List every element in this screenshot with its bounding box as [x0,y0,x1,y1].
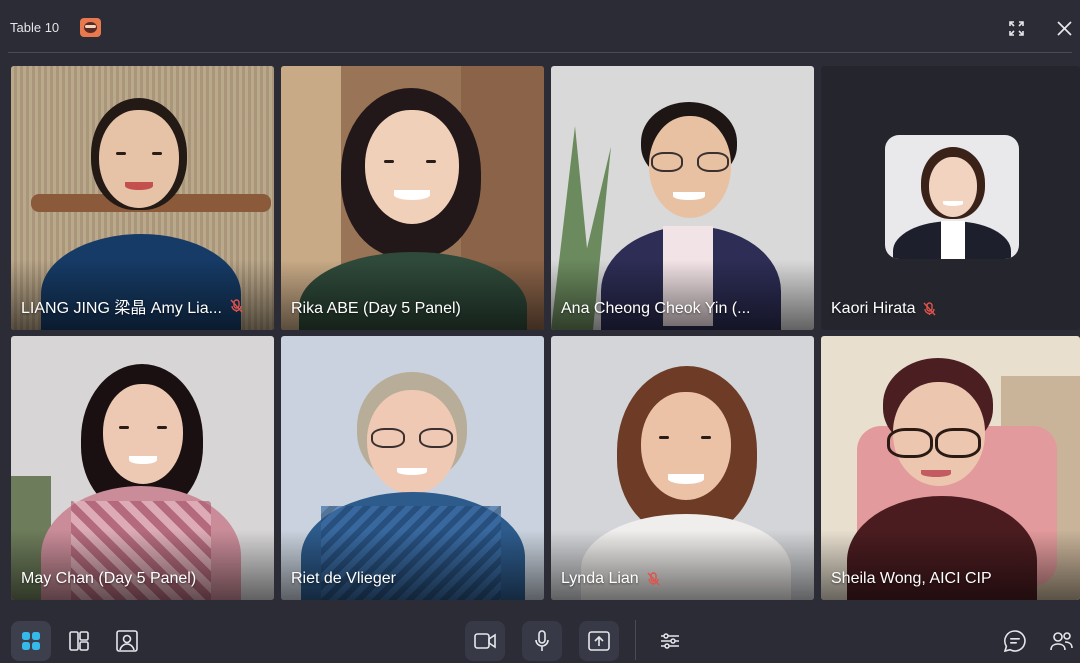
participant-name: LIANG JING 梁晶 Amy Lia... [21,300,222,317]
participant-name: Rika ABE (Day 5 Panel) [291,300,461,317]
participant-tile[interactable]: Sheila Wong, AICI CIP [821,336,1080,600]
participant-tile[interactable]: Riet de Vlieger [281,336,544,600]
profile-photo [885,135,1019,259]
participant-name: Sheila Wong, AICI CIP [831,570,992,587]
video-call-window: Table 10 LIANG JING 梁晶 Amy Lia... Rika A… [0,0,1080,663]
participant-name: Lynda Lian [561,570,639,587]
title-bar: Table 10 [0,0,1080,53]
speaker-view-icon[interactable] [59,621,99,661]
participant-tile[interactable]: Ana Cheong Cheok Yin (... [551,66,814,330]
title-divider [8,52,1072,53]
sliders-icon[interactable] [650,621,690,661]
participant-tile[interactable]: May Chan (Day 5 Panel) [11,336,274,600]
participant-name: Kaori Hirata [831,300,916,317]
participant-name: Ana Cheong Cheok Yin (... [561,300,751,317]
mic-off-icon [230,299,243,313]
mic-off-icon [923,302,937,316]
participant-tile[interactable]: LIANG JING 梁晶 Amy Lia... [11,66,274,330]
participant-tile[interactable]: Rika ABE (Day 5 Panel) [281,66,544,330]
portrait-view-icon[interactable] [107,621,147,661]
mic-off-icon [647,572,660,586]
room-avatar-icon [80,18,101,37]
bottom-toolbar [0,618,1080,663]
participant-name: Riet de Vlieger [291,570,396,587]
close-icon[interactable] [1052,16,1076,40]
video-camera-icon[interactable] [465,621,505,661]
participant-name: May Chan (Day 5 Panel) [21,570,197,587]
chat-icon[interactable] [995,621,1035,661]
participants-icon[interactable] [1043,621,1080,661]
share-screen-icon[interactable] [579,621,619,661]
participant-tile[interactable]: Kaori Hirata [821,66,1080,330]
participant-tile[interactable]: Lynda Lian [551,336,814,600]
room-title: Table 10 [10,20,60,35]
toolbar-separator [635,620,636,660]
microphone-icon[interactable] [522,621,562,661]
grid-view-icon[interactable] [11,621,51,661]
expand-icon[interactable] [1004,16,1028,40]
